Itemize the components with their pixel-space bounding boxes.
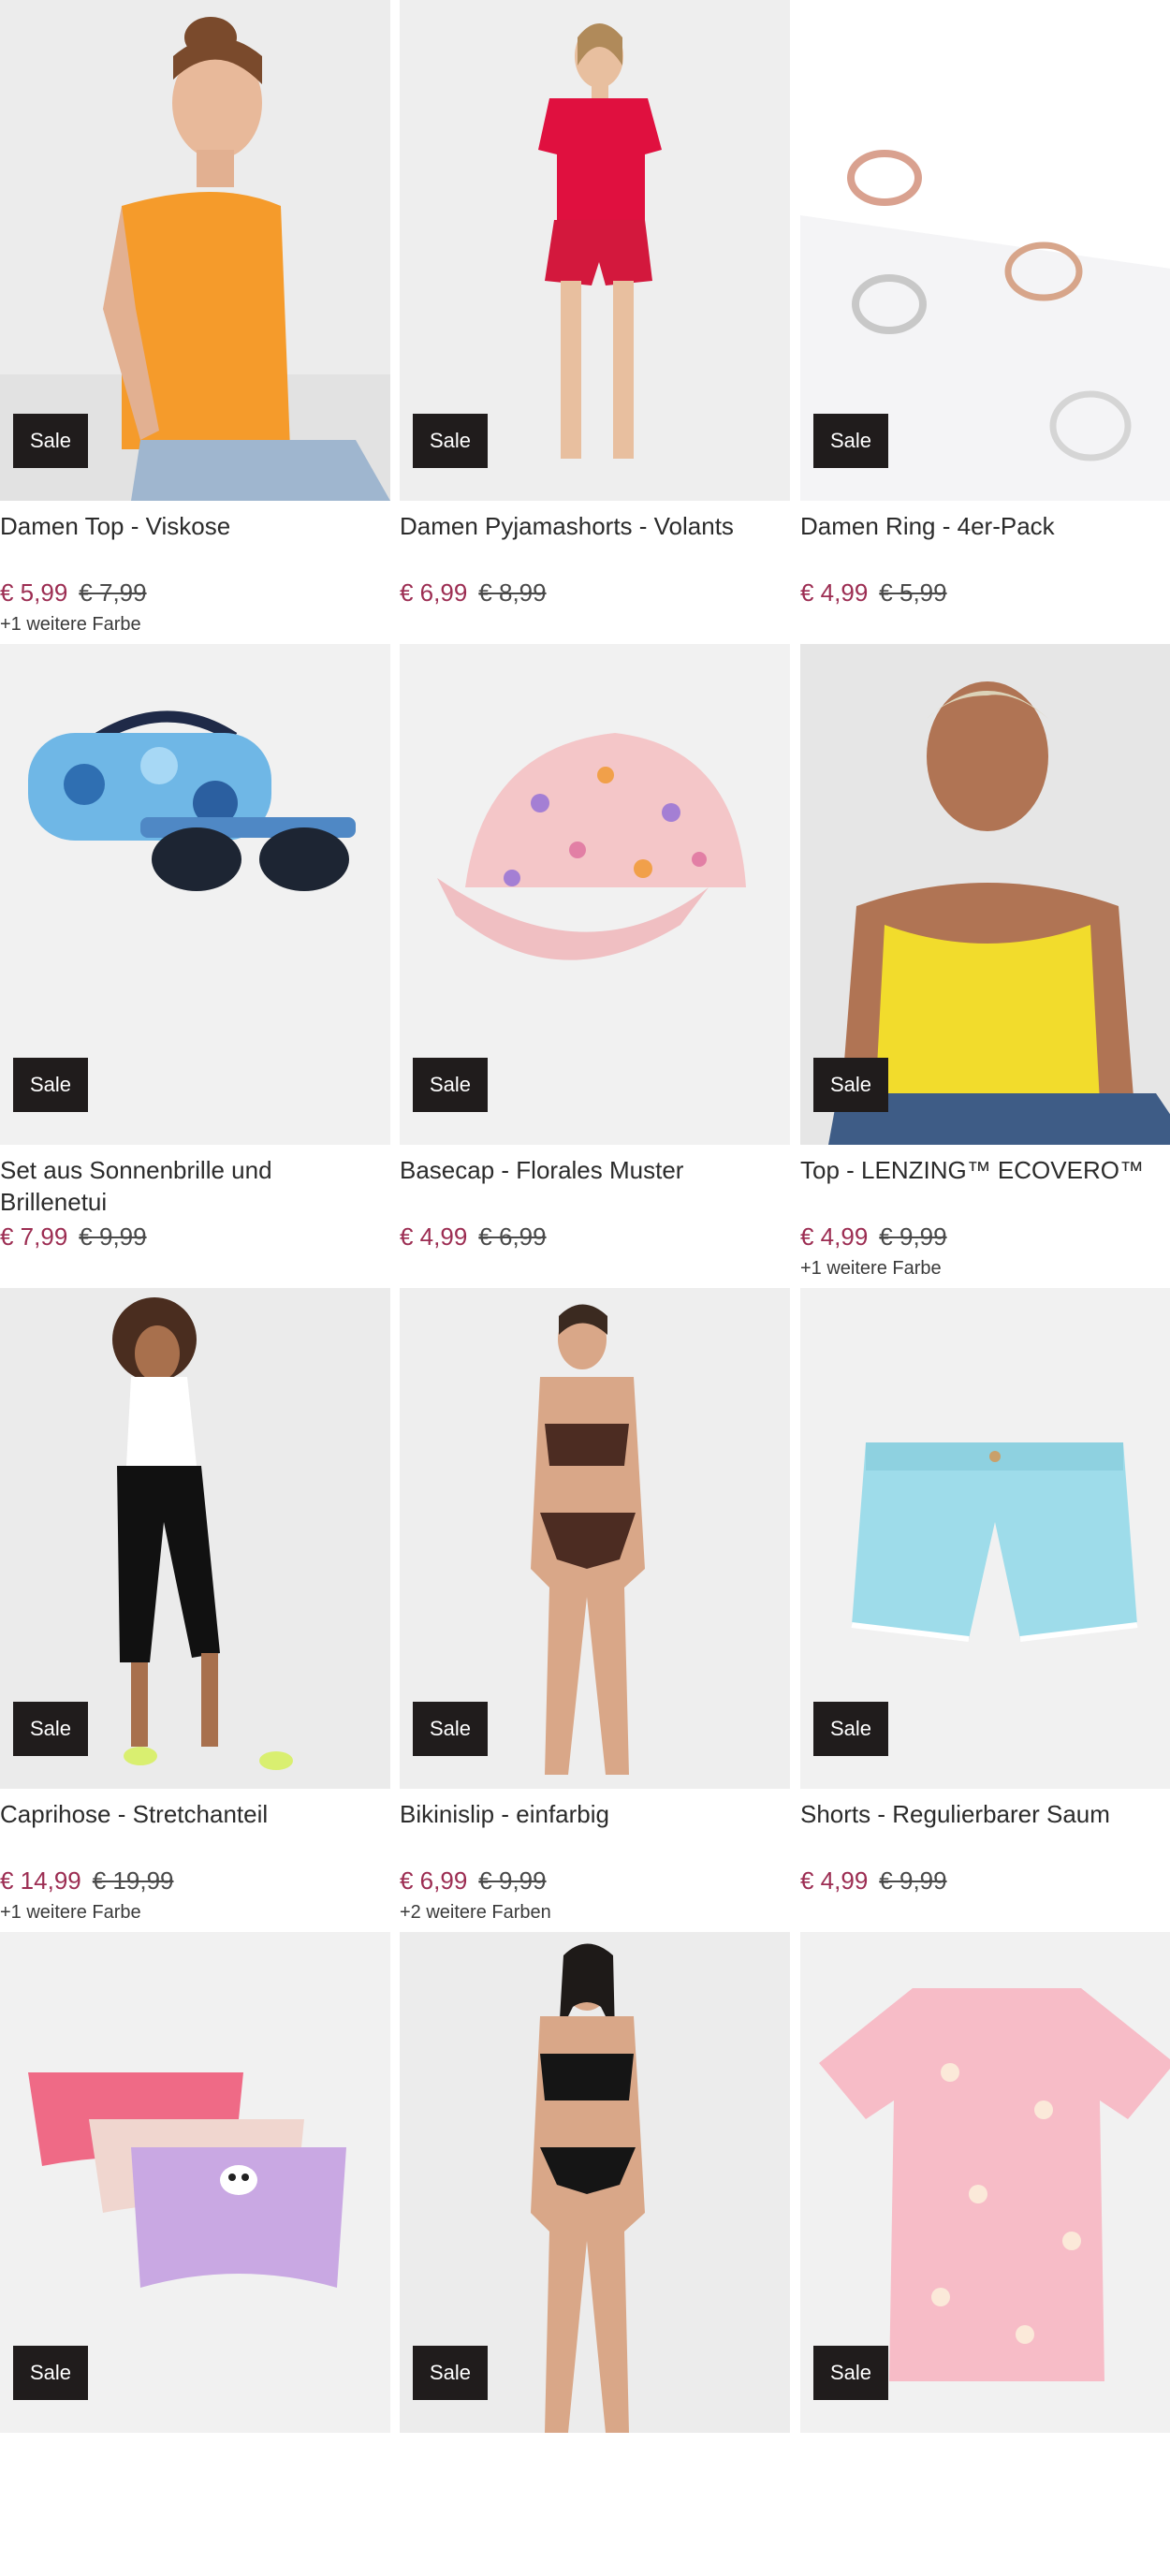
product-image[interactable]: Sale (800, 644, 1170, 1145)
product-image[interactable]: Sale (400, 0, 790, 501)
original-price: € 8,99 (478, 578, 547, 607)
product-card[interactable]: Sale (0, 1932, 390, 2576)
product-image[interactable]: Sale (800, 0, 1170, 501)
product-title[interactable]: Damen Pyjamashorts - Volants (400, 510, 783, 542)
product-title[interactable]: Shorts - Regulierbarer Saum (800, 1798, 1170, 1830)
original-price: € 9,99 (879, 1222, 947, 1251)
product-image[interactable]: Sale (0, 0, 390, 501)
price-row: € 14,99 € 19,99 (0, 1865, 174, 1896)
sale-badge: Sale (13, 2346, 88, 2400)
price-row: € 4,99 € 6,99 (400, 1221, 547, 1252)
original-price: € 19,99 (92, 1866, 174, 1895)
product-card[interactable]: Sale Damen Pyjamashorts - Volants € 6,99… (400, 0, 790, 644)
product-image[interactable]: Sale (800, 1288, 1170, 1789)
product-title[interactable]: Top - LENZING™ ECOVERO™ (800, 1154, 1170, 1186)
sale-badge: Sale (413, 2346, 488, 2400)
product-card[interactable]: Sale (400, 1932, 790, 2576)
sale-price: € 4,99 (800, 1866, 869, 1895)
sale-badge: Sale (813, 1702, 888, 1756)
product-title[interactable]: Caprihose - Stretchanteil (0, 1798, 384, 1830)
price-row: € 4,99 € 9,99 (800, 1865, 947, 1896)
sale-badge: Sale (13, 1058, 88, 1112)
product-image[interactable]: Sale (800, 1932, 1170, 2433)
original-price: € 9,99 (879, 1866, 947, 1895)
sale-badge: Sale (413, 1058, 488, 1112)
more-colors[interactable]: +1 weitere Farbe (0, 612, 141, 637)
sale-badge: Sale (413, 414, 488, 468)
original-price: € 9,99 (478, 1866, 547, 1895)
product-title[interactable]: Basecap - Florales Muster (400, 1154, 783, 1186)
sale-price: € 14,99 (0, 1866, 81, 1895)
more-colors[interactable]: +1 weitere Farbe (0, 1900, 141, 1925)
product-image[interactable]: Sale (400, 1932, 790, 2433)
product-title[interactable]: Damen Top - Viskose (0, 510, 384, 542)
sale-price: € 7,99 (0, 1222, 68, 1251)
product-card[interactable]: Sale Caprihose - Stretchanteil € 14,99 € … (0, 1288, 390, 1932)
original-price: € 9,99 (79, 1222, 147, 1251)
product-image[interactable]: Sale (400, 644, 790, 1145)
product-card[interactable]: Sale Bikinislip - einfarbig € 6,99 € 9,99… (400, 1288, 790, 1932)
sale-price: € 6,99 (400, 578, 468, 607)
product-card[interactable]: Sale Set aus Sonnenbrille und Brillenetu… (0, 644, 390, 1288)
sale-badge: Sale (413, 1702, 488, 1756)
product-card[interactable]: Sale (800, 1932, 1170, 2576)
product-card[interactable]: Sale Basecap - Florales Muster € 4,99 € 6… (400, 644, 790, 1288)
sale-badge: Sale (813, 2346, 888, 2400)
product-title[interactable]: Bikinislip - einfarbig (400, 1798, 783, 1830)
product-image[interactable]: Sale (400, 1288, 790, 1789)
product-image[interactable]: Sale (0, 644, 390, 1145)
price-row: € 4,99 € 9,99 (800, 1221, 947, 1252)
sale-badge: Sale (13, 1702, 88, 1756)
product-title[interactable]: Set aus Sonnenbrille und Brillenetui (0, 1154, 384, 1218)
product-image[interactable]: Sale (0, 1288, 390, 1789)
sale-price: € 4,99 (800, 1222, 869, 1251)
product-card[interactable]: Sale Damen Ring - 4er-Pack € 4,99 € 5,99 (800, 0, 1170, 644)
price-row: € 5,99 € 7,99 (0, 577, 147, 608)
original-price: € 7,99 (79, 578, 147, 607)
product-image[interactable]: Sale (0, 1932, 390, 2433)
sale-price: € 4,99 (800, 578, 869, 607)
sale-badge: Sale (813, 1058, 888, 1112)
sale-badge: Sale (813, 414, 888, 468)
product-card[interactable]: Sale Damen Top - Viskose € 5,99 € 7,99 +1… (0, 0, 390, 644)
original-price: € 5,99 (879, 578, 947, 607)
sale-price: € 4,99 (400, 1222, 468, 1251)
more-colors[interactable]: +1 weitere Farbe (800, 1256, 942, 1281)
product-title[interactable]: Damen Ring - 4er-Pack (800, 510, 1170, 542)
more-colors[interactable]: +2 weitere Farben (400, 1900, 551, 1925)
price-row: € 6,99 € 9,99 (400, 1865, 547, 1896)
sale-price: € 6,99 (400, 1866, 468, 1895)
sale-price: € 5,99 (0, 578, 68, 607)
product-card[interactable]: Sale Shorts - Regulierbarer Saum € 4,99 €… (800, 1288, 1170, 1932)
product-card[interactable]: Sale Top - LENZING™ ECOVERO™ € 4,99 € 9,9… (800, 644, 1170, 1288)
original-price: € 6,99 (478, 1222, 547, 1251)
sale-badge: Sale (13, 414, 88, 468)
price-row: € 7,99 € 9,99 (0, 1221, 147, 1252)
price-row: € 4,99 € 5,99 (800, 577, 947, 608)
price-row: € 6,99 € 8,99 (400, 577, 547, 608)
